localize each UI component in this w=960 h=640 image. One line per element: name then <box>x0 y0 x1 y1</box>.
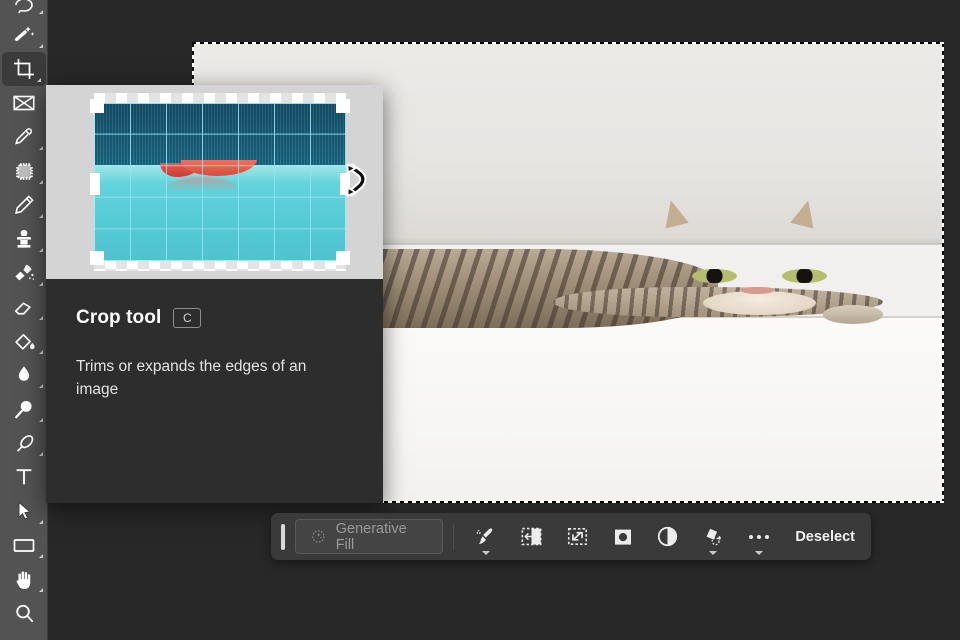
brush-selection-icon <box>474 525 498 549</box>
water-drop-icon <box>12 363 36 387</box>
flyout-corner-icon <box>39 146 43 150</box>
chevron-down-icon <box>709 551 717 555</box>
sidebar-item-lasso[interactable] <box>0 0 48 18</box>
invert-selection-button[interactable] <box>509 518 554 556</box>
crop-handle-ml[interactable] <box>90 173 100 195</box>
cursor-arrow-icon <box>12 499 36 523</box>
mask-button[interactable] <box>600 518 645 556</box>
sidebar-item-move[interactable] <box>0 494 48 528</box>
flyout-corner-icon <box>39 10 43 14</box>
flyout-corner-icon <box>39 554 43 558</box>
sidebar-item-blur[interactable] <box>0 358 48 392</box>
transform-selection-button[interactable] <box>555 518 600 556</box>
sidebar-item-hand[interactable] <box>0 562 48 596</box>
clone-stamp-icon <box>12 227 36 251</box>
generative-fill-label: Generative Fill <box>336 521 428 553</box>
cat-paw-right <box>823 305 883 323</box>
flyout-corner-icon <box>39 384 43 388</box>
tooltip-body: Crop tool C Trims or expands the edges o… <box>46 279 383 402</box>
generative-fill-button[interactable]: Generative Fill <box>295 519 443 554</box>
flyout-corner-icon <box>39 588 43 592</box>
eraser-icon <box>12 295 37 320</box>
flyout-corner-icon <box>39 248 43 252</box>
select-subject-button[interactable] <box>464 518 509 556</box>
crop-tool-tooltip: Crop tool C Trims or expands the edges o… <box>46 85 383 503</box>
shortcut-key-badge: C <box>173 308 201 328</box>
half-circle-icon <box>655 524 680 549</box>
type-t-icon <box>12 465 36 489</box>
tools-rail[interactable] <box>0 0 48 640</box>
forest-band <box>94 103 346 166</box>
pencil-icon <box>12 193 36 217</box>
sidebar-item-zoom[interactable] <box>0 596 48 630</box>
paint-bucket-icon <box>12 329 37 354</box>
lasso-icon <box>12 0 36 18</box>
crop-handle-br[interactable] <box>336 251 350 265</box>
deselect-button[interactable]: Deselect <box>795 529 855 545</box>
flyout-corner-icon <box>39 350 43 354</box>
crop-handle-tl[interactable] <box>90 99 104 113</box>
sidebar-item-remove[interactable] <box>0 154 48 188</box>
flyout-corner-icon <box>39 180 43 184</box>
sidebar-item-type[interactable] <box>0 460 48 494</box>
flyout-corner-icon <box>39 214 43 218</box>
pen-icon <box>12 431 37 456</box>
chevron-down-icon <box>755 551 763 555</box>
flyout-corner-icon <box>39 44 43 48</box>
ellipsis-icon <box>749 535 769 539</box>
tooltip-description: Trims or expands the edges of an image <box>76 355 346 402</box>
sidebar-item-pencil[interactable] <box>0 188 48 222</box>
magnifier-icon <box>12 601 37 626</box>
chevron-down-icon <box>482 551 490 555</box>
sidebar-item-eraser[interactable] <box>0 290 48 324</box>
hand-icon <box>12 567 37 592</box>
eyedropper-icon <box>12 125 36 149</box>
adjustment-button[interactable] <box>645 518 690 556</box>
sidebar-item-pen[interactable] <box>0 426 48 460</box>
sidebar-item-transform[interactable] <box>0 86 48 120</box>
transform-selection-icon <box>565 524 590 549</box>
magic-wand-icon <box>12 23 37 48</box>
sidebar-item-eyedropper[interactable] <box>0 120 48 154</box>
sidebar-item-clone-stamp[interactable] <box>0 222 48 256</box>
sparkle-selection-icon <box>310 528 327 545</box>
sidebar-item-healing-brush[interactable] <box>0 256 48 290</box>
flyout-corner-icon <box>37 78 41 82</box>
sidebar-item-shape[interactable] <box>0 528 48 562</box>
taskbar-divider <box>453 524 454 550</box>
sidebar-item-magic-wand[interactable] <box>0 18 48 52</box>
fill-button[interactable] <box>691 518 736 556</box>
dodge-icon <box>12 397 37 422</box>
sidebar-item-crop[interactable] <box>2 52 46 86</box>
crop-handle-bl[interactable] <box>90 251 104 265</box>
drag-handle[interactable] <box>281 524 285 550</box>
sidebar-item-paint-bucket[interactable] <box>0 324 48 358</box>
tooltip-preview <box>46 85 383 279</box>
paint-bucket-selection-icon <box>701 525 725 549</box>
cat-eye-left <box>692 269 737 283</box>
flyout-corner-icon <box>39 418 43 422</box>
contextual-task-bar[interactable]: Generative Fill <box>271 513 871 560</box>
healing-brush-icon <box>12 261 37 286</box>
more-options-button[interactable] <box>736 518 781 556</box>
preview-photo <box>94 103 346 261</box>
flyout-corner-icon <box>39 520 43 524</box>
photoshop-web-screen: Crop tool C Trims or expands the edges o… <box>0 0 960 640</box>
flyout-corner-icon <box>39 452 43 456</box>
remove-tool-icon <box>12 159 37 184</box>
flyout-corner-icon <box>39 282 43 286</box>
tooltip-title-row: Crop tool C <box>76 307 353 329</box>
page-title: Crop tool <box>76 307 161 329</box>
crop-handle-tr[interactable] <box>336 99 350 113</box>
rotate-cursor-icon <box>344 163 370 199</box>
cat-eye-right <box>782 269 827 283</box>
flyout-corner-icon <box>39 316 43 320</box>
invert-selection-icon <box>519 524 544 549</box>
sidebar-item-dodge[interactable] <box>0 392 48 426</box>
rectangle-icon <box>10 531 38 559</box>
crop-icon <box>12 57 36 81</box>
transform-icon <box>11 90 37 116</box>
mask-square-icon <box>611 525 635 549</box>
